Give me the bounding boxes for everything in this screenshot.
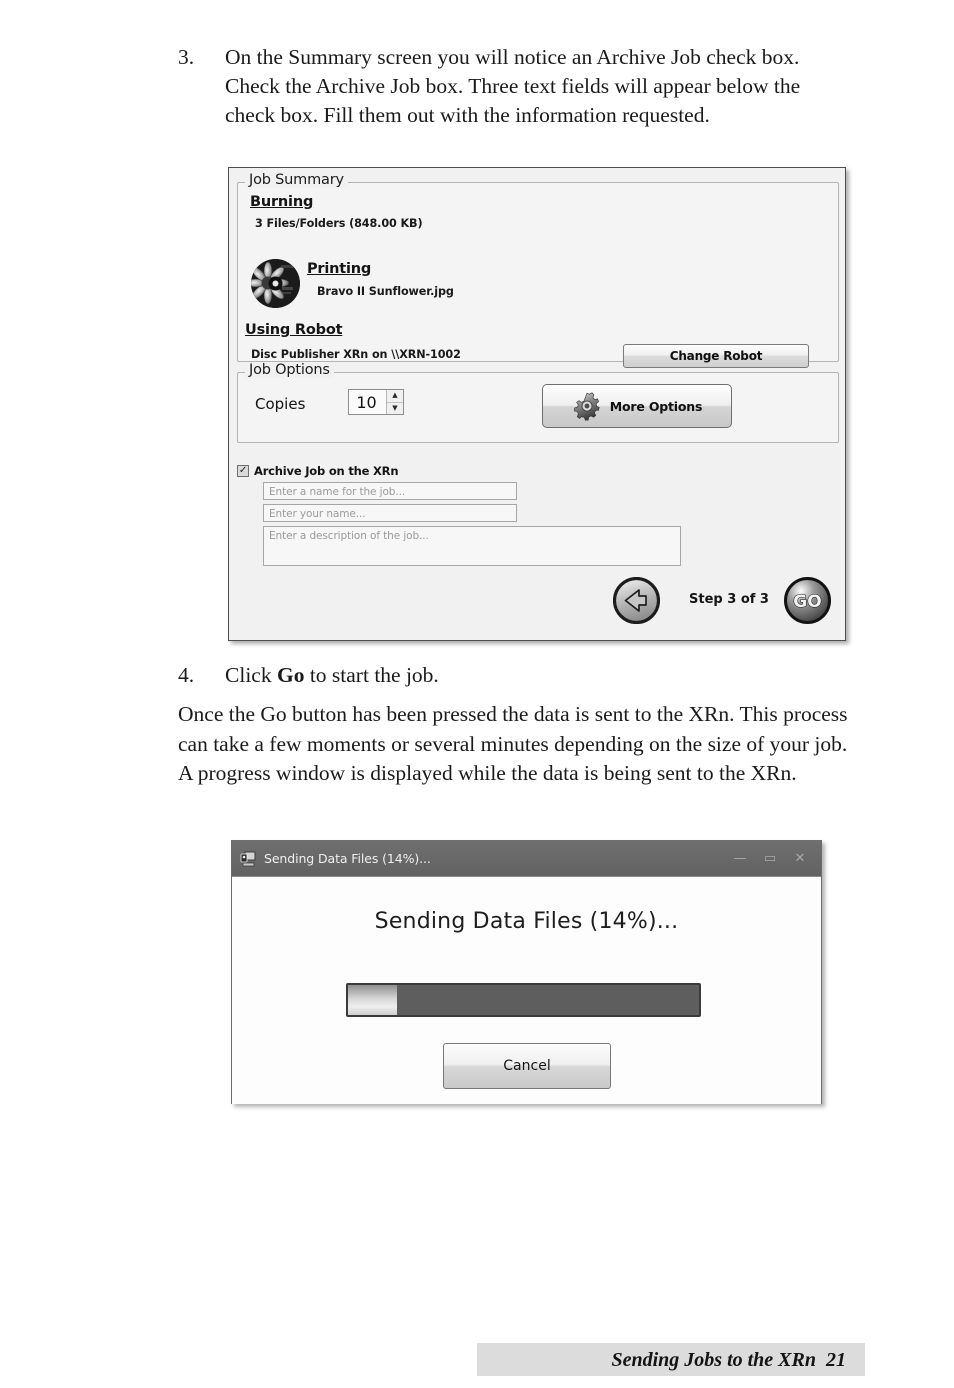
step-4-bold-go: Go (276, 663, 305, 687)
step-3: 3. On the Summary screen you will notice… (178, 43, 838, 130)
printing-detail: Bravo II Sunflower.jpg (317, 285, 454, 298)
sending-data-files-dialog-screenshot: Sending Data Files (14%)... — ▭ ✕ Sendin… (231, 840, 822, 1104)
body-paragraph: Once the Go button has been pressed the … (178, 702, 848, 785)
footer-title: Sending Jobs to the XRn (611, 1349, 816, 1371)
step-3-text: On the Summary screen you will notice an… (225, 45, 801, 127)
copies-decrement-icon[interactable]: ▼ (387, 403, 403, 415)
copies-stepper-arrows[interactable]: ▲ ▼ (386, 390, 403, 414)
copies-stepper[interactable]: 10 ▲ ▼ (348, 389, 404, 415)
copies-increment-icon[interactable]: ▲ (387, 390, 403, 403)
job-summary-group-label: Job Summary (245, 172, 348, 188)
dialog-title: Sending Data Files (14%)... (264, 851, 431, 866)
gear-icon (572, 391, 602, 421)
change-robot-button[interactable]: Change Robot (623, 344, 809, 368)
step-4-text-after: to start the job. (304, 663, 439, 687)
progress-bar-fill (348, 985, 398, 1015)
job-summary-screenshot: Job Summary Burning 3 Files/Folders (848… (228, 167, 846, 641)
dialog-body: Sending Data Files (14%)... Cancel (232, 876, 821, 1104)
job-summary-group: Job Summary Burning 3 Files/Folders (848… (237, 172, 839, 368)
footer-page-number: 21 (826, 1349, 846, 1371)
footer-bar: Sending Jobs to the XRn 21 (477, 1343, 865, 1376)
job-options-group-label: Job Options (245, 362, 334, 378)
step-3-number: 3. (178, 45, 195, 69)
step-4-text: Click Go to start the job. (225, 661, 838, 690)
sunflower-disc-thumbnail-icon (251, 259, 300, 308)
go-button[interactable]: GO (784, 577, 831, 624)
dialog-title-bar: Sending Data Files (14%)... — ▭ ✕ (232, 841, 821, 876)
burning-detail: 3 Files/Folders (848.00 KB) (255, 217, 423, 230)
copies-value[interactable]: 10 (349, 390, 386, 414)
more-options-button[interactable]: More Options (542, 384, 732, 428)
job-options-group: Job Options Copies 10 ▲ ▼ More Options (237, 362, 839, 443)
svg-text:GO: GO (793, 592, 821, 612)
step-4-number: 4. (178, 663, 195, 687)
progress-bar (346, 983, 701, 1017)
footer-text: Sending Jobs to the XRn 21 (611, 1349, 846, 1372)
printing-heading: Printing (307, 261, 372, 277)
maximize-icon[interactable]: ▭ (755, 847, 785, 871)
job-description-input[interactable]: Enter a description of the job... (263, 526, 681, 566)
step-indicator: Step 3 of 3 (689, 592, 769, 607)
copies-label: Copies (255, 395, 306, 413)
progress-heading: Sending Data Files (14%)... (374, 909, 679, 934)
cancel-button[interactable]: Cancel (443, 1043, 611, 1089)
back-arrow-icon[interactable] (612, 576, 661, 625)
using-robot-detail: Disc Publisher XRn on \\XRN-1002 (251, 348, 461, 361)
step-4-text-before: Click (225, 663, 277, 687)
using-robot-heading: Using Robot (245, 322, 343, 338)
burning-heading: Burning (250, 194, 314, 210)
archive-job-checkbox-label: Archive Job on the XRn (254, 464, 399, 478)
close-icon[interactable]: ✕ (785, 847, 815, 871)
archive-job-checkbox[interactable]: ✓ (237, 465, 249, 477)
archive-job-checkbox-row[interactable]: ✓ Archive Job on the XRn (237, 464, 399, 478)
more-options-label: More Options (609, 398, 703, 414)
your-name-input[interactable]: Enter your name... (263, 504, 517, 522)
step-4: 4. Click Go to start the job. (178, 661, 838, 690)
minimize-icon[interactable]: — (725, 847, 755, 871)
job-name-input[interactable]: Enter a name for the job... (263, 482, 517, 500)
application-icon (240, 851, 256, 867)
